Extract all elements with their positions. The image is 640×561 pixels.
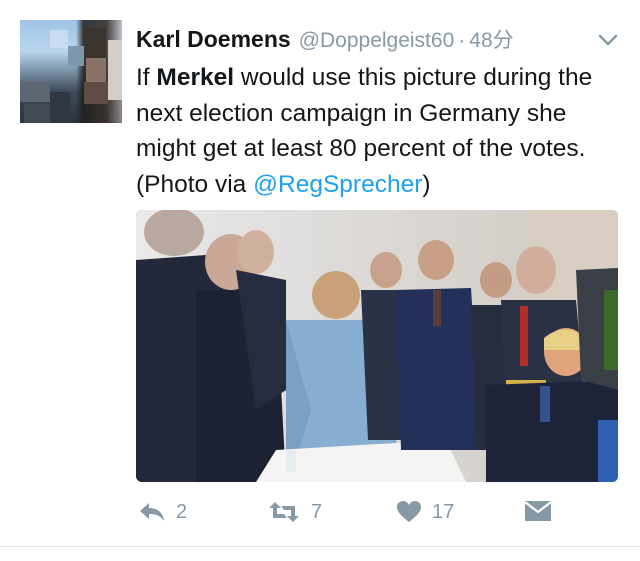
- heart-icon: [396, 500, 422, 524]
- like-count: 17: [432, 500, 455, 523]
- tweet-text-bold: Merkel: [156, 64, 235, 91]
- display-name[interactable]: Karl Doemens: [136, 26, 291, 53]
- tweet-text-part-1: If: [136, 64, 157, 91]
- divider: [0, 546, 640, 547]
- tweet-photo[interactable]: [136, 210, 618, 482]
- reply-icon: [138, 500, 166, 524]
- avatar[interactable]: [20, 20, 122, 123]
- timestamp[interactable]: 48分: [469, 24, 513, 54]
- tweet-text-part-3: ): [422, 170, 431, 198]
- like-button[interactable]: 17: [396, 500, 454, 524]
- tweet[interactable]: Karl Doemens @Doppelgeist60 · 48分 If Mer…: [0, 0, 640, 545]
- separator-dot: ·: [458, 29, 466, 52]
- reply-button[interactable]: 2: [138, 500, 187, 524]
- retweet-count: 7: [311, 500, 323, 523]
- tweet-text: If Merkel would use this picture during …: [136, 60, 616, 202]
- reply-count: 2: [176, 500, 188, 523]
- tweet-actions: 2 7 17: [136, 500, 616, 532]
- direct-message-button[interactable]: [524, 500, 552, 522]
- user-handle[interactable]: @Doppelgeist60: [299, 29, 455, 53]
- retweet-button[interactable]: 7: [267, 500, 322, 524]
- tweet-header: Karl Doemens @Doppelgeist60 · 48分: [136, 24, 514, 58]
- caret-down-icon[interactable]: [597, 33, 619, 47]
- direct-message-icon: [524, 500, 552, 522]
- photo-illustration: [136, 210, 618, 482]
- mention-link[interactable]: @RegSprecher: [253, 171, 422, 198]
- retweet-icon: [267, 500, 301, 524]
